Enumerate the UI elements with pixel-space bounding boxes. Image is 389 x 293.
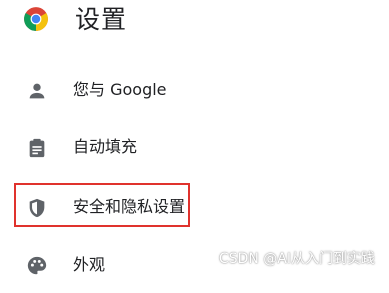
person-icon: [29, 83, 45, 99]
shield-icon: [29, 198, 45, 218]
menu-item-label: 外观: [73, 255, 106, 274]
header: 设置: [0, 0, 389, 48]
chrome-logo-icon: [24, 7, 48, 31]
menu-item-privacy-and-security[interactable]: 安全和隐私设置: [0, 179, 389, 235]
clipboard-icon: [29, 138, 45, 158]
menu-item-label: 您与 Google: [73, 80, 167, 99]
menu-item-label: 安全和隐私设置: [73, 197, 186, 216]
menu-item-autofill[interactable]: 自动填充: [0, 119, 389, 175]
menu-item-you-and-google[interactable]: 您与 Google: [0, 62, 389, 118]
menu-item-label: 自动填充: [73, 137, 138, 156]
palette-icon: [27, 256, 47, 275]
watermark-text: CSDN @AI从入门到实践: [218, 251, 375, 267]
page-title: 设置: [75, 5, 128, 34]
